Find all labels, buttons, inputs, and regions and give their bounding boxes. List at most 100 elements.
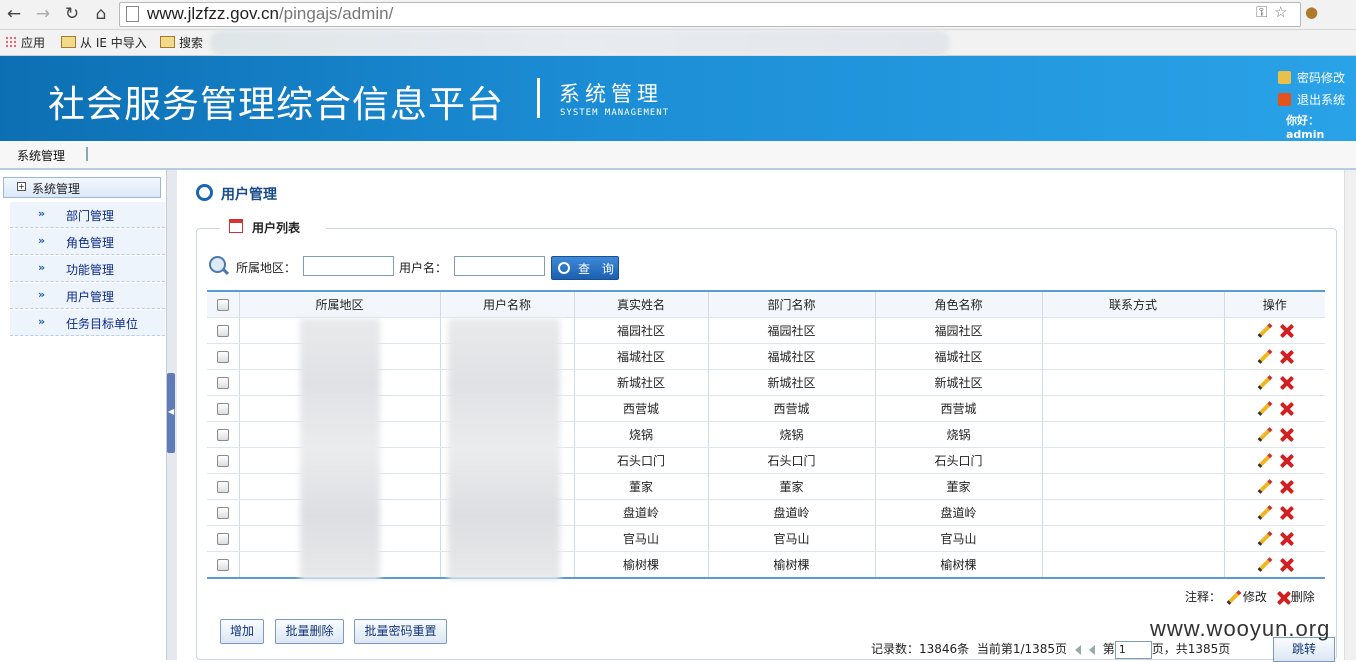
cell-contact — [1042, 499, 1225, 526]
row-checkbox[interactable] — [207, 343, 240, 370]
double-chevron-icon: » — [38, 234, 46, 247]
edit-icon[interactable] — [1256, 349, 1272, 365]
cell-actions — [1224, 343, 1325, 370]
cell-role: 福城社区 — [875, 343, 1043, 370]
sidebar-item-label: 任务目标单位 — [66, 317, 139, 331]
query-button[interactable]: 查 询 — [551, 256, 619, 280]
sidebar-item-role[interactable]: » 角色管理 — [10, 229, 165, 255]
cell-actions — [1224, 447, 1325, 474]
collapse-sidebar-handle[interactable]: ◀ — [167, 373, 175, 453]
cell-actions — [1224, 551, 1325, 579]
sidebar-header-label: 系统管理 — [32, 182, 81, 196]
folder-icon — [160, 36, 175, 48]
cell-role: 西营城 — [875, 395, 1043, 422]
forward-icon[interactable]: → — [32, 4, 54, 24]
row-checkbox[interactable] — [207, 447, 240, 474]
expand-icon: + — [17, 182, 26, 191]
area-input[interactable] — [303, 256, 394, 276]
row-checkbox[interactable] — [207, 395, 240, 422]
key-icon[interactable]: ⚿ — [1256, 3, 1267, 21]
sidebar-header[interactable]: + 系统管理 — [3, 177, 161, 198]
edit-icon[interactable] — [1256, 557, 1272, 573]
edit-icon[interactable] — [1256, 531, 1272, 547]
delete-icon[interactable] — [1280, 376, 1294, 390]
column-header: 用户名称 — [440, 291, 575, 318]
batch-reset-password-button[interactable]: 批量密码重置 — [354, 619, 447, 644]
delete-icon[interactable] — [1280, 506, 1294, 520]
cell-role: 榆树棵 — [875, 551, 1043, 579]
greeting-text: 你好：admin — [1286, 114, 1325, 141]
username-input[interactable] — [454, 256, 545, 276]
cell-actions — [1224, 525, 1325, 552]
menu-item-system[interactable]: 系统管理 — [17, 147, 65, 164]
sidebar-item-function[interactable]: » 功能管理 — [10, 256, 165, 282]
row-checkbox[interactable] — [207, 317, 240, 344]
batch-delete-button[interactable]: 批量删除 — [275, 619, 344, 644]
page-scrollbar[interactable] — [1344, 170, 1356, 660]
sidebar: + 系统管理 » 部门管理 » 角色管理 » 功能管理 » 用户管理 » 任务目标单位 — [0, 170, 166, 660]
sidebar-item-department[interactable]: » 部门管理 — [10, 202, 165, 228]
system-subtitle-en: SYSTEM MANAGEMENT — [560, 108, 670, 118]
page-input[interactable]: 1 — [1114, 640, 1152, 659]
prev-page-icon[interactable] — [1088, 644, 1095, 655]
table-header-row: 所属地区 用户名称 真实姓名 部门名称 角色名称 联系方式 操作 — [207, 291, 1325, 318]
sidebar-item-task-unit[interactable]: » 任务目标单位 — [10, 310, 165, 336]
bookmark-search[interactable]: 搜索 — [160, 34, 203, 51]
add-button[interactable]: 增加 — [220, 619, 264, 644]
delete-icon[interactable] — [1280, 454, 1294, 468]
change-password-link[interactable]: 密码修改 — [1278, 69, 1345, 86]
delete-icon[interactable] — [1280, 428, 1294, 442]
cell-real-name: 石头口门 — [574, 447, 709, 474]
cell-role: 烧锅 — [875, 421, 1043, 448]
cell-contact — [1042, 369, 1225, 396]
row-checkbox[interactable] — [207, 499, 240, 526]
cell-real-name: 榆树棵 — [574, 551, 709, 579]
row-checkbox[interactable] — [207, 473, 240, 500]
cell-contact — [1042, 473, 1225, 500]
delete-icon[interactable] — [1280, 350, 1294, 364]
select-all-checkbox[interactable] — [207, 291, 240, 318]
row-checkbox[interactable] — [207, 525, 240, 552]
row-checkbox[interactable] — [207, 551, 240, 579]
column-header: 角色名称 — [875, 291, 1043, 318]
cell-contact — [1042, 317, 1225, 344]
edit-icon[interactable] — [1256, 375, 1272, 391]
record-count: 记录数：13846条 — [871, 642, 970, 656]
edit-icon[interactable] — [1256, 427, 1272, 443]
bookmark-apps[interactable]: 应用 — [5, 34, 45, 51]
edit-icon[interactable] — [1256, 323, 1272, 339]
sidebar-item-user[interactable]: » 用户管理 — [10, 283, 165, 309]
column-header: 部门名称 — [708, 291, 876, 318]
sidebar-item-label: 部门管理 — [66, 209, 115, 223]
cookie-icon[interactable]: ● — [1305, 3, 1318, 21]
area-label: 所属地区： — [236, 261, 297, 275]
edit-icon[interactable] — [1256, 401, 1272, 417]
magnifier-icon — [558, 262, 570, 274]
delete-icon[interactable] — [1280, 558, 1294, 572]
bookmark-ie-import[interactable]: 从 IE 中导入 — [61, 34, 147, 51]
delete-icon[interactable] — [1280, 402, 1294, 416]
platform-title: 社会服务管理综合信息平台 — [48, 83, 504, 126]
row-checkbox[interactable] — [207, 421, 240, 448]
row-checkbox[interactable] — [207, 369, 240, 396]
delete-icon[interactable] — [1280, 324, 1294, 338]
cell-role: 官马山 — [875, 525, 1043, 552]
cell-department: 官马山 — [708, 525, 876, 552]
logout-link[interactable]: 退出系统 — [1278, 91, 1345, 108]
edit-icon[interactable] — [1256, 505, 1272, 521]
first-page-icon[interactable] — [1074, 644, 1081, 655]
cell-real-name: 福城社区 — [574, 343, 709, 370]
edit-icon[interactable] — [1256, 479, 1272, 495]
edit-icon[interactable] — [1256, 453, 1272, 469]
star-icon[interactable]: ☆ — [1274, 3, 1287, 21]
delete-icon[interactable] — [1280, 532, 1294, 546]
home-icon[interactable]: ⌂ — [90, 4, 112, 24]
reload-icon[interactable]: ↻ — [61, 4, 83, 24]
delete-icon[interactable] — [1280, 480, 1294, 494]
double-chevron-icon: » — [38, 207, 46, 220]
address-bar[interactable]: www.jlzfzz.gov.cn/pingajs/admin/ — [119, 2, 1301, 27]
cell-actions — [1224, 395, 1325, 422]
top-menu-bar: 系统管理 — [0, 141, 1356, 170]
sidebar-item-label: 功能管理 — [66, 263, 115, 277]
back-icon[interactable]: ← — [3, 4, 25, 24]
